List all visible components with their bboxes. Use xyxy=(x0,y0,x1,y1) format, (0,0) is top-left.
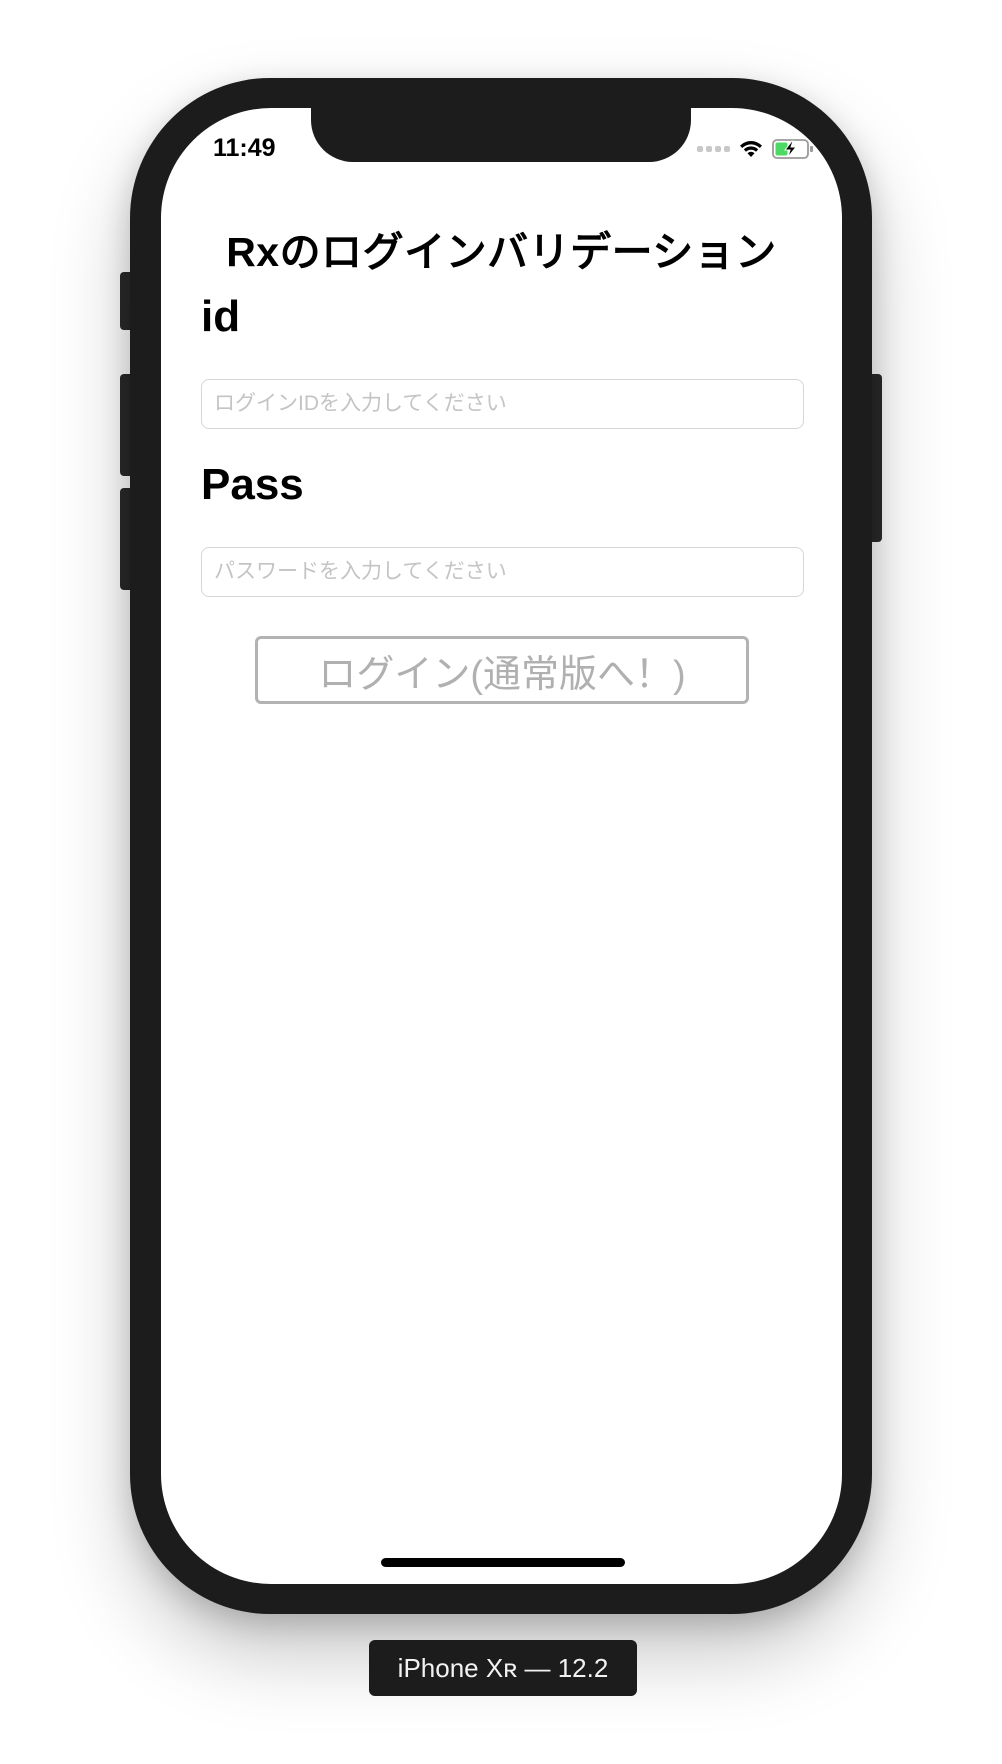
page-title: Rxのログインバリデーション xyxy=(226,229,777,275)
cellular-signal-icon xyxy=(697,146,730,152)
login-id-input[interactable] xyxy=(201,379,804,429)
notch xyxy=(311,108,691,162)
wifi-icon xyxy=(738,139,764,159)
login-button[interactable]: ログイン(通常版へ！) xyxy=(255,636,749,704)
battery-charging-icon xyxy=(772,138,814,160)
password-input[interactable] xyxy=(201,547,804,597)
id-label: id xyxy=(201,292,241,341)
status-time: 11:49 xyxy=(213,134,276,162)
home-indicator xyxy=(381,1558,625,1567)
password-label: Pass xyxy=(201,460,304,509)
simulator-window: 11:49 Rxのログインバリデーション id ログインIDを入力してください … xyxy=(0,0,1002,1764)
device-label: iPhone Xʀ — 12.2 xyxy=(369,1640,637,1696)
status-icons xyxy=(697,138,814,160)
device-screen: 11:49 Rxのログインバリデーション id ログインIDを入力してください … xyxy=(161,108,842,1584)
